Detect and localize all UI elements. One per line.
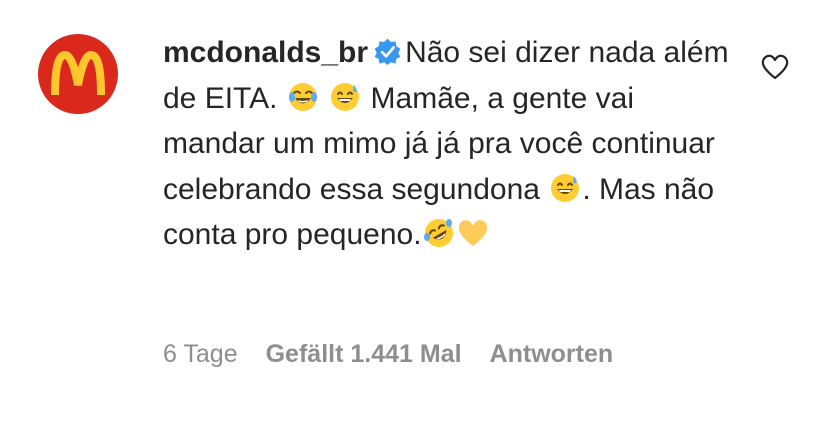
username-link[interactable]: mcdonalds_br [163, 36, 368, 69]
verified-badge-icon [374, 38, 401, 65]
yellow-heart-icon [458, 220, 487, 246]
rolling-on-the-floor-laughing-icon [423, 219, 453, 247]
comment-time[interactable]: 6 Tage [163, 340, 238, 368]
face-with-tears-of-joy-icon [288, 82, 317, 111]
avatar[interactable] [38, 34, 118, 114]
likes-count-link[interactable]: Gefällt 1.441 Mal [266, 340, 462, 368]
grinning-face-with-sweat-icon [331, 82, 360, 111]
comment-body: mcdonalds_br Não sei dizer nada além de E… [163, 30, 743, 258]
reply-button[interactable]: Antworten [490, 340, 614, 368]
like-heart-icon[interactable] [760, 52, 790, 82]
grinning-face-with-sweat-icon [551, 173, 580, 202]
comment: mcdonalds_br Não sei dizer nada além de E… [0, 0, 831, 421]
comment-meta: 6 Tage Gefällt 1.441 Mal Antworten [163, 338, 641, 370]
mcdonalds-logo [51, 51, 105, 96]
